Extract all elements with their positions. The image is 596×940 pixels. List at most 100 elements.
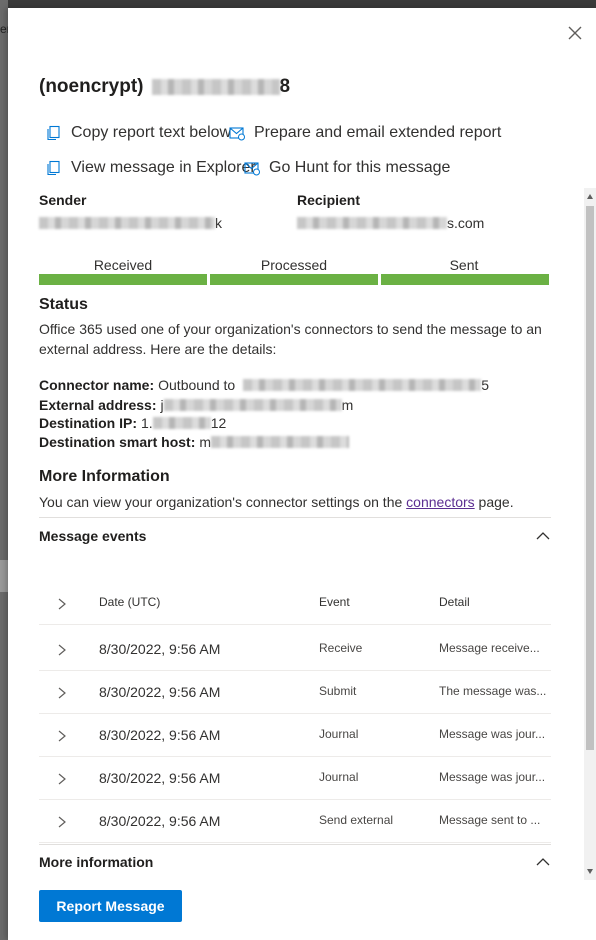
recipient-value: s.com	[297, 215, 484, 231]
scroll-up-icon[interactable]	[587, 194, 593, 199]
more-info-text-before: You can view your organization's connect…	[39, 494, 403, 510]
chevron-right-icon[interactable]	[57, 729, 67, 742]
row-event: Send external	[319, 813, 394, 827]
divider	[39, 844, 551, 845]
background-top-bar	[0, 0, 596, 8]
redacted-id	[151, 79, 280, 95]
progress-step-received: Received	[93, 257, 153, 273]
redacted-recipient	[297, 217, 447, 229]
view-explorer-link[interactable]: View message in Explorer	[46, 159, 256, 177]
scrollbar[interactable]	[584, 188, 596, 880]
row-detail: Message was jour...	[439, 770, 546, 784]
view-explorer-label: View message in Explorer	[71, 159, 256, 176]
row-date: 8/30/2022, 9:56 AM	[99, 770, 221, 786]
more-information-header[interactable]: More information	[39, 854, 551, 870]
progress-step-sent: Sent	[449, 257, 479, 273]
expand-all-icon[interactable]	[57, 597, 67, 610]
status-heading: Status	[39, 296, 88, 313]
close-icon	[568, 26, 582, 40]
chevron-up-icon[interactable]	[535, 528, 551, 544]
hunt-mail-icon	[244, 162, 260, 176]
column-event[interactable]: Event	[319, 595, 350, 609]
progress-bar-received	[39, 274, 207, 285]
prepare-email-link[interactable]: Prepare and email extended report	[229, 124, 501, 142]
column-detail[interactable]: Detail	[439, 595, 470, 609]
destination-ip-row: Destination IP: 1. 12	[39, 415, 226, 431]
row-detail: Message sent to ...	[439, 813, 541, 827]
row-date: 8/30/2022, 9:56 AM	[99, 727, 221, 743]
more-info-text-after: page.	[478, 494, 514, 510]
title-suffix: 8	[279, 76, 291, 97]
chevron-right-icon[interactable]	[57, 815, 67, 828]
go-hunt-link[interactable]: Go Hunt for this message	[244, 159, 450, 177]
close-button[interactable]	[566, 24, 584, 42]
more-info-text: You can view your organization's connect…	[39, 492, 514, 512]
background-strip	[0, 0, 8, 940]
chevron-right-icon[interactable]	[57, 643, 67, 656]
scrollbar-thumb[interactable]	[586, 206, 594, 750]
destination-ip-suffix: 12	[210, 415, 227, 431]
chevron-up-icon[interactable]	[535, 854, 551, 870]
sender-value: k	[39, 215, 222, 231]
divider	[39, 517, 551, 518]
redacted-ip	[152, 417, 211, 429]
column-date[interactable]: Date (UTC)	[99, 595, 160, 609]
more-info-heading: More Information	[39, 468, 170, 485]
table-header-row: Date (UTC) Event Detail	[39, 582, 551, 625]
smart-host-row: Destination smart host: m	[39, 434, 350, 450]
status-text: Office 365 used one of your organization…	[39, 321, 542, 357]
recipient-label: Recipient	[297, 192, 361, 208]
row-date: 8/30/2022, 9:56 AM	[99, 684, 221, 700]
redacted-address	[163, 399, 342, 411]
row-date: 8/30/2022, 9:56 AM	[99, 813, 221, 829]
background-highlight	[0, 560, 8, 592]
progress-step-processed: Processed	[260, 257, 328, 273]
connector-name-row: Connector name: Outbound to 5	[39, 377, 489, 393]
prepare-email-label: Prepare and email extended report	[254, 124, 502, 141]
report-message-button[interactable]: Report Message	[39, 890, 182, 922]
connector-name-label: Connector name:	[39, 377, 155, 393]
go-hunt-label: Go Hunt for this message	[269, 159, 451, 176]
destination-ip-label: Destination IP:	[39, 415, 138, 431]
smart-host-label: Destination smart host:	[39, 434, 196, 450]
external-address-suffix: m	[341, 397, 354, 413]
message-events-header[interactable]: Message events	[39, 528, 551, 544]
sender-label: Sender	[39, 192, 87, 208]
table-row[interactable]: 8/30/2022, 9:56 AM Send external Message…	[39, 800, 551, 843]
row-event: Journal	[319, 770, 359, 784]
redacted-connector	[243, 379, 482, 391]
external-address-row: External address: j m	[39, 397, 353, 413]
progress-bar-sent	[381, 274, 549, 285]
message-events-heading: Message events	[39, 528, 147, 544]
row-detail: The message was...	[439, 684, 547, 698]
sender-suffix: k	[215, 215, 222, 231]
chevron-right-icon[interactable]	[57, 686, 67, 699]
smart-host-prefix: m	[199, 434, 212, 450]
row-detail: Message was jour...	[439, 727, 546, 741]
table-row[interactable]: 8/30/2022, 9:56 AM Journal Message was j…	[39, 757, 551, 800]
connectors-link[interactable]: connectors	[406, 494, 474, 510]
scroll-down-icon[interactable]	[587, 869, 593, 874]
mail-report-icon	[229, 127, 245, 141]
connector-name-value: Outbound to	[158, 377, 236, 393]
progress-bar-processed	[210, 274, 378, 285]
row-event: Receive	[319, 641, 363, 655]
row-event: Submit	[319, 684, 357, 698]
title-prefix: (noencrypt)	[39, 76, 144, 97]
destination-ip-prefix: 1.	[141, 415, 153, 431]
row-event: Journal	[319, 727, 359, 741]
table-row[interactable]: 8/30/2022, 9:56 AM Submit The message wa…	[39, 671, 551, 714]
chevron-right-icon[interactable]	[57, 772, 67, 785]
page-title: (noencrypt) 8	[39, 76, 290, 98]
external-address-label: External address:	[39, 397, 157, 413]
redacted-smart-host	[211, 436, 350, 448]
recipient-suffix: s.com	[447, 215, 485, 231]
more-information-heading: More information	[39, 854, 154, 870]
message-trace-panel: (noencrypt) 8 Copy report text below Pre…	[8, 8, 596, 940]
connector-name-suffix: 5	[481, 377, 489, 393]
table-row[interactable]: 8/30/2022, 9:56 AM Receive Message recei…	[39, 628, 551, 671]
table-row[interactable]: 8/30/2022, 9:56 AM Journal Message was j…	[39, 714, 551, 757]
copy-report-link[interactable]: Copy report text below	[46, 124, 231, 142]
row-detail: Message receive...	[439, 641, 540, 655]
copy-report-label: Copy report text below	[71, 124, 232, 141]
